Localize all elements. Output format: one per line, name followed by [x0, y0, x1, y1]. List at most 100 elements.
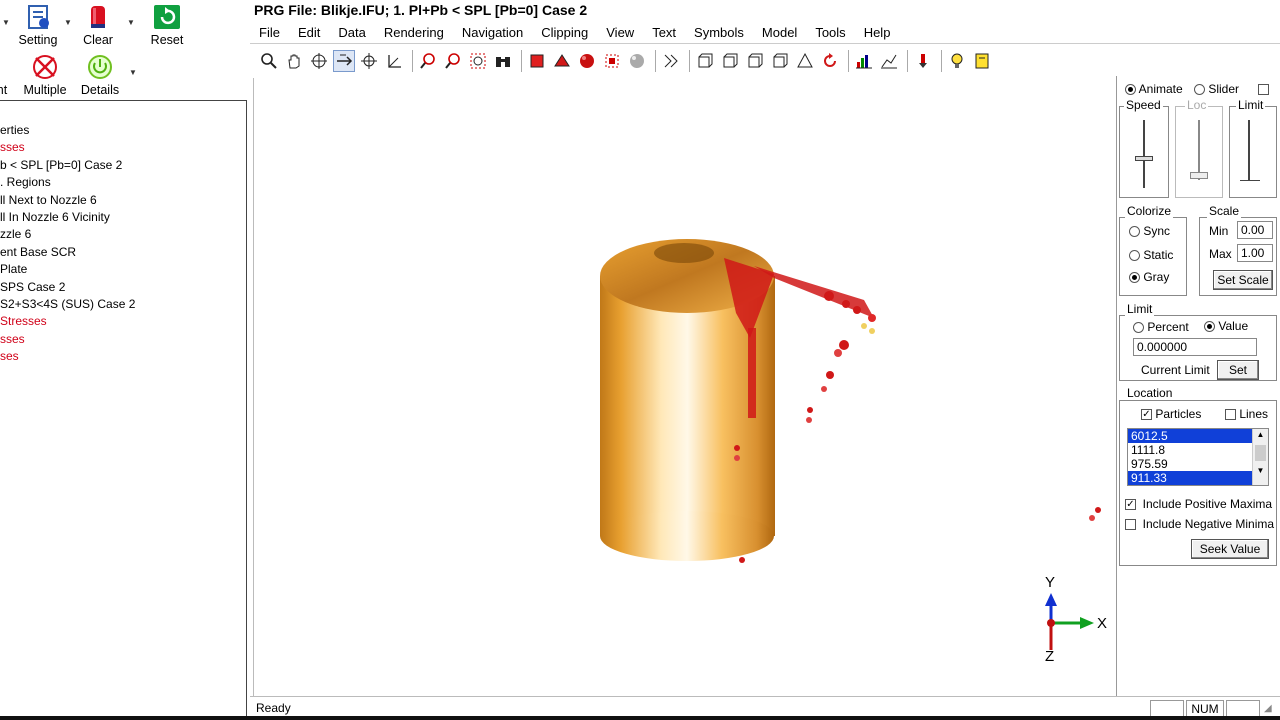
- menu-file[interactable]: File: [250, 25, 289, 40]
- scroll-up-icon[interactable]: ▲: [1253, 429, 1268, 441]
- dropdown-arrow-icon[interactable]: ▼: [127, 18, 135, 27]
- clear-button[interactable]: Clear: [68, 4, 128, 47]
- tree-item[interactable]: sses: [0, 332, 25, 346]
- tree-item[interactable]: Plate: [0, 262, 27, 276]
- bar-chart-icon[interactable]: [853, 50, 875, 72]
- percent-radio[interactable]: Percent: [1133, 320, 1189, 334]
- speed-slider-track[interactable]: [1143, 120, 1145, 188]
- gray-sphere-icon[interactable]: [626, 50, 648, 72]
- static-radio[interactable]: Static: [1129, 248, 1173, 262]
- location-list-item[interactable]: 911.33: [1128, 471, 1252, 485]
- location-title: Location: [1125, 386, 1175, 400]
- tree-item[interactable]: S2+S3<4S (SUS) Case 2: [0, 297, 135, 311]
- tree-item[interactable]: . Regions: [0, 175, 51, 189]
- seek-value-button[interactable]: Seek Value: [1191, 539, 1269, 559]
- view-iso-icon[interactable]: [769, 50, 791, 72]
- include-negative-minima-checkbox[interactable]: Include Negative Minima: [1125, 517, 1274, 531]
- tree-item[interactable]: ll Next to Nozzle 6: [0, 193, 97, 207]
- box-red-icon[interactable]: [526, 50, 548, 72]
- refresh-icon[interactable]: [819, 50, 841, 72]
- tree-item[interactable]: ll In Nozzle 6 Vicinity: [0, 210, 110, 224]
- gray-radio[interactable]: Gray: [1129, 270, 1169, 284]
- menu-model[interactable]: Model: [753, 25, 806, 40]
- location-list-item[interactable]: 975.59: [1128, 457, 1252, 471]
- max-field[interactable]: 1.00: [1237, 244, 1273, 262]
- scroll-down-icon[interactable]: ▼: [1253, 465, 1268, 477]
- menu-rendering[interactable]: Rendering: [375, 25, 453, 40]
- move-icon[interactable]: [358, 50, 380, 72]
- zoom-in-icon[interactable]: [417, 50, 439, 72]
- animate-toggle-checkbox[interactable]: [1258, 84, 1269, 95]
- view-top-icon[interactable]: [719, 50, 741, 72]
- orbit-icon[interactable]: [308, 50, 330, 72]
- menu-data[interactable]: Data: [329, 25, 374, 40]
- multiple-targets-icon: [31, 54, 59, 80]
- menu-tools[interactable]: Tools: [806, 25, 854, 40]
- menu-clipping[interactable]: Clipping: [532, 25, 597, 40]
- menu-navigation[interactable]: Navigation: [453, 25, 532, 40]
- location-list-item[interactable]: 1111.8: [1128, 443, 1252, 457]
- slider-radio[interactable]: Slider: [1194, 82, 1239, 96]
- menu-help[interactable]: Help: [855, 25, 900, 40]
- tree-item[interactable]: ses: [0, 349, 19, 363]
- sphere-red-icon[interactable]: [576, 50, 598, 72]
- rotate-icon[interactable]: [333, 50, 355, 72]
- mesh-icon[interactable]: [601, 50, 623, 72]
- resize-grip-icon[interactable]: ◢: [1264, 703, 1272, 714]
- yellow-tag-icon[interactable]: [971, 50, 993, 72]
- speed-slider-thumb[interactable]: [1135, 156, 1153, 161]
- shape-red-icon[interactable]: [551, 50, 573, 72]
- menu-symbols[interactable]: Symbols: [685, 25, 753, 40]
- limit-slider-thumb[interactable]: [1240, 180, 1260, 185]
- view-front-icon[interactable]: [694, 50, 716, 72]
- view-side-icon[interactable]: [744, 50, 766, 72]
- limit-value-field[interactable]: 0.000000: [1133, 338, 1257, 356]
- details-button[interactable]: Details: [70, 54, 130, 97]
- binoculars-icon[interactable]: [492, 50, 514, 72]
- include-positive-maxima-checkbox[interactable]: ✓ Include Positive Maxima: [1125, 497, 1272, 511]
- clear-canister-icon: [84, 4, 112, 30]
- tree-item[interactable]: zzle 6: [0, 227, 31, 241]
- tree-item[interactable]: erties: [0, 123, 29, 137]
- zoom-extents-icon[interactable]: [467, 50, 489, 72]
- multiple-button[interactable]: Multiple: [15, 54, 75, 97]
- axis-icon[interactable]: [383, 50, 405, 72]
- sync-radio[interactable]: Sync: [1129, 224, 1170, 238]
- pan-hand-icon[interactable]: [283, 50, 305, 72]
- reset-button[interactable]: Reset: [137, 4, 197, 47]
- model-canvas[interactable]: [254, 78, 1116, 696]
- min-field[interactable]: 0.00: [1237, 221, 1273, 239]
- tree-item[interactable]: Stresses: [0, 314, 47, 328]
- lines-checkbox[interactable]: Lines: [1225, 407, 1268, 421]
- limit-slider-track[interactable]: [1248, 120, 1250, 182]
- set-scale-button[interactable]: Set Scale: [1213, 270, 1273, 290]
- particles-checkbox[interactable]: ✓ Particles: [1141, 407, 1201, 421]
- location-listbox[interactable]: 6012.5 1111.8 975.59 911.33 ▲ ▼: [1127, 428, 1269, 486]
- line-chart-icon[interactable]: [878, 50, 900, 72]
- axis-y-label: Y: [1045, 574, 1056, 591]
- zoom-icon[interactable]: [258, 50, 280, 72]
- set-limit-button[interactable]: Set: [1217, 360, 1259, 380]
- tree-item[interactable]: SPS Case 2: [0, 280, 65, 294]
- menu-edit[interactable]: Edit: [289, 25, 329, 40]
- zoom-out-icon[interactable]: [442, 50, 464, 72]
- location-list-item[interactable]: 6012.5: [1128, 429, 1252, 443]
- flip-icon[interactable]: [660, 50, 682, 72]
- loc-slider-thumb[interactable]: [1190, 172, 1208, 179]
- tree-item[interactable]: b < SPL [Pb=0] Case 2: [0, 158, 122, 172]
- dropdown-arrow-icon[interactable]: ▼: [129, 68, 137, 77]
- loc-slider-track[interactable]: [1198, 120, 1200, 180]
- tree-item[interactable]: sses: [0, 140, 25, 154]
- animate-radio[interactable]: Animate: [1125, 82, 1183, 96]
- tree-item[interactable]: ent Base SCR: [0, 245, 76, 259]
- lightbulb-icon[interactable]: [946, 50, 968, 72]
- flame-icon[interactable]: [912, 50, 934, 72]
- setting-button[interactable]: Setting: [8, 4, 68, 47]
- triangle-icon[interactable]: [794, 50, 816, 72]
- 3d-viewport[interactable]: Y X Z: [253, 78, 1115, 696]
- listbox-scrollbar[interactable]: ▲ ▼: [1252, 429, 1268, 485]
- scroll-thumb[interactable]: [1255, 445, 1266, 461]
- menu-text[interactable]: Text: [643, 25, 685, 40]
- value-radio[interactable]: Value: [1204, 319, 1248, 333]
- menu-view[interactable]: View: [597, 25, 643, 40]
